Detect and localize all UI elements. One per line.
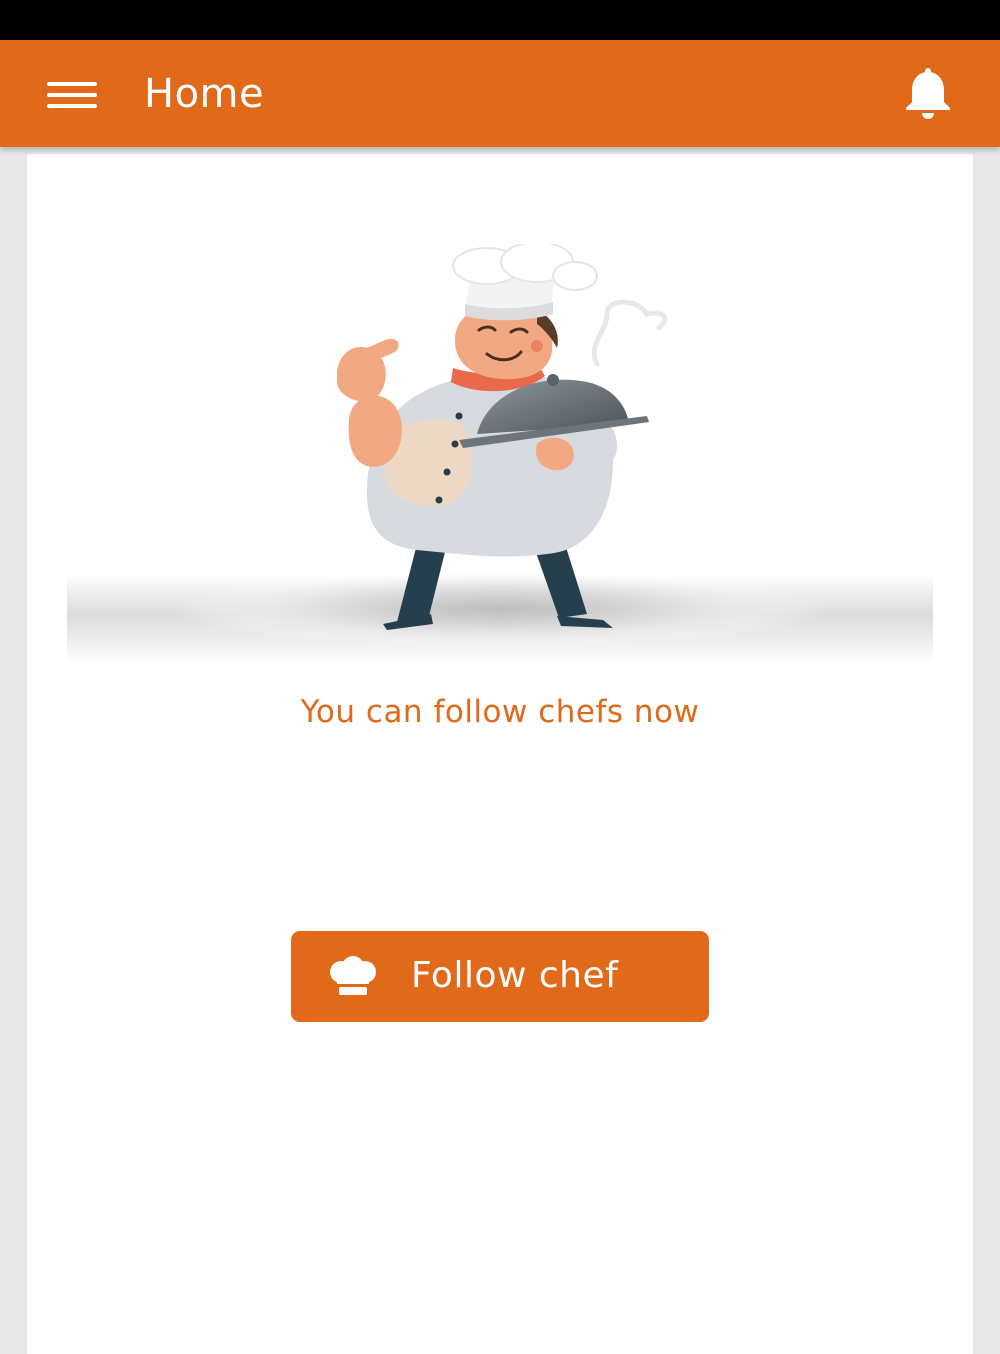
app-bar: Home (0, 40, 1000, 147)
status-bar (0, 0, 1000, 40)
bell-icon (906, 68, 950, 119)
notifications-button[interactable] (896, 64, 960, 124)
content-card: You can follow chefs now Follow chef (27, 154, 973, 1354)
follow-chef-label: Follow chef (411, 955, 619, 996)
follow-chef-button[interactable]: Follow chef (291, 931, 709, 1022)
menu-button[interactable] (36, 66, 108, 122)
chef-holding-cloche-illustration (67, 244, 933, 664)
follow-chefs-message: You can follow chefs now (300, 694, 700, 730)
page-title: Home (144, 71, 265, 117)
chef-hat-icon (330, 956, 376, 995)
